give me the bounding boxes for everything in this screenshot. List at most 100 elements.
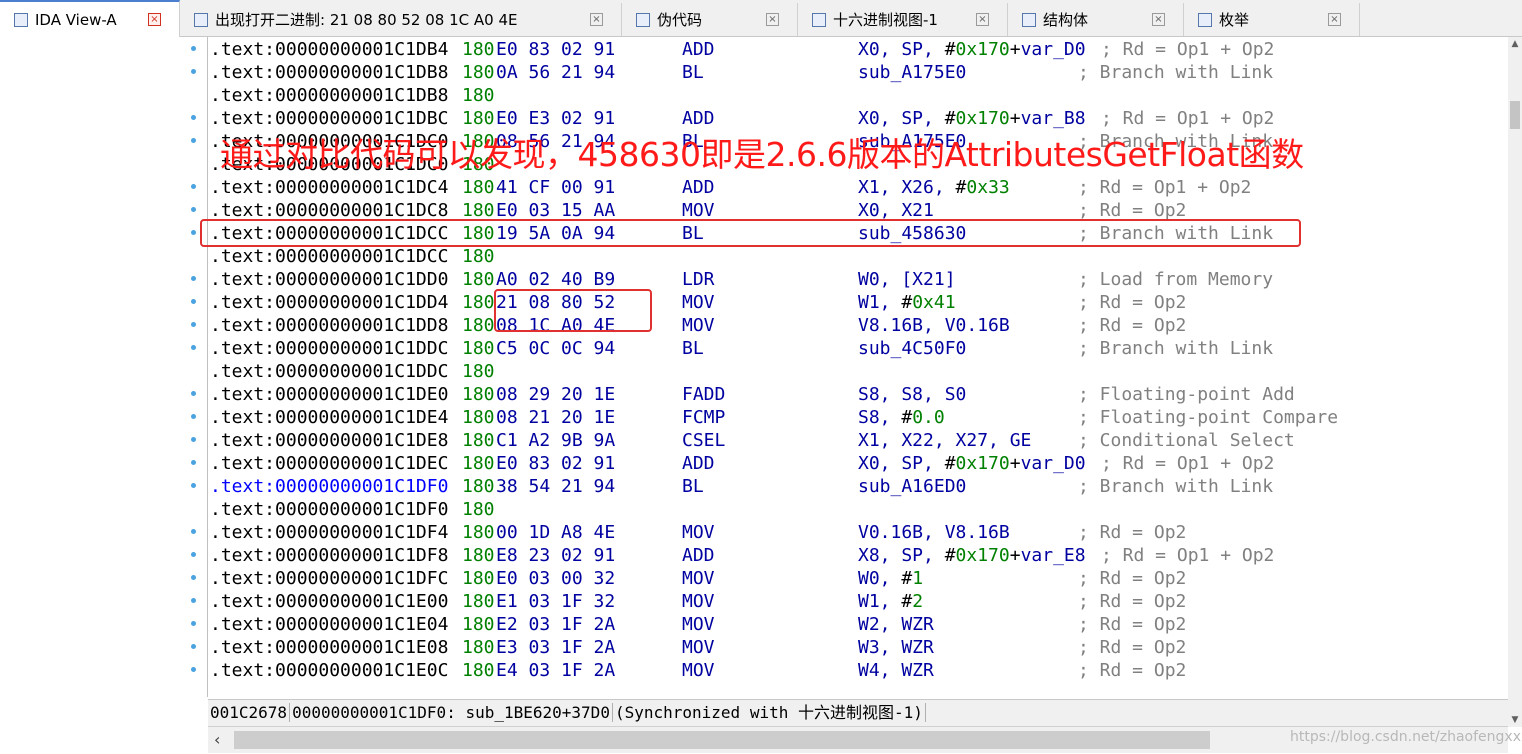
breakpoint-dot-icon[interactable]	[191, 69, 196, 74]
code-line[interactable]: .text:00000000001C1DDC 180 C5 0C 0C 94 BL su…	[210, 337, 1506, 360]
breakpoint-dot-icon[interactable]	[191, 598, 196, 603]
tab-label: 出现打开二进制: 21 08 80 52 08 1C A0 4E	[215, 11, 518, 29]
code-line[interactable]: .text:00000000001C1E04 180 E2 03 1F 2A MOV W…	[210, 613, 1506, 636]
line-address: .text:00000000001C1DE4	[210, 407, 449, 428]
line-segment: 180	[462, 568, 495, 589]
code-line[interactable]: .text:00000000001C1DF0 180 38 54 21 94 BL su…	[210, 475, 1506, 498]
tab-close-icon[interactable]: ×	[590, 12, 603, 26]
breakpoint-dot-icon[interactable]	[191, 483, 196, 488]
code-line[interactable]: .text:00000000001C1DB4 180 E0 83 02 91 ADD X…	[210, 38, 1506, 61]
line-bytes: 08 21 20 1E	[496, 407, 616, 428]
breakpoint-dot-icon[interactable]	[191, 184, 196, 189]
tab-0[interactable]: IDA View-A ×	[0, 0, 180, 37]
line-segment: 180	[462, 453, 495, 474]
breakpoint-dot-icon[interactable]	[191, 345, 196, 350]
code-line[interactable]: .text:00000000001C1E00 180 E1 03 1F 32 MOV W…	[210, 590, 1506, 613]
code-line[interactable]: .text:00000000001C1DD0 180 A0 02 40 B9 LDR W…	[210, 268, 1506, 291]
breakpoint-dot-icon[interactable]	[191, 575, 196, 580]
code-line[interactable]: .text:00000000001C1DD4 180 21 08 80 52 MOV W…	[210, 291, 1506, 314]
breakpoint-dot-icon[interactable]	[191, 299, 196, 304]
line-segment: 180	[462, 39, 495, 60]
scroll-left-icon[interactable]: ‹	[214, 730, 220, 749]
tab-close-icon[interactable]: ×	[148, 12, 161, 26]
tab-1[interactable]: 出现打开二进制: 21 08 80 52 08 1C A0 4E ×	[180, 3, 622, 36]
line-bytes: E0 83 02 91	[496, 39, 616, 60]
line-address: .text:00000000001C1E04	[210, 614, 449, 635]
breakpoint-dot-icon[interactable]	[191, 621, 196, 626]
tab-close-icon[interactable]: ×	[1328, 12, 1341, 26]
code-line[interactable]: .text:00000000001C1DB8 180	[210, 84, 1506, 107]
code-line[interactable]: .text:00000000001C1DE8 180 C1 A2 9B 9A CSEL…	[210, 429, 1506, 452]
breakpoint-dot-icon[interactable]	[191, 322, 196, 327]
breakpoint-dot-icon[interactable]	[191, 391, 196, 396]
line-address: .text:00000000001C1DC4	[210, 177, 449, 198]
scroll-up-icon[interactable]: ▲	[1508, 37, 1522, 51]
code-line[interactable]: .text:00000000001C1DD8 180 08 1C A0 4E MOV V…	[210, 314, 1506, 337]
code-line[interactable]: .text:00000000001C1E0C 180 E4 03 1F 2A MOV W…	[210, 659, 1506, 682]
breakpoint-dot-icon[interactable]	[191, 230, 196, 235]
code-line[interactable]: .text:00000000001C1DEC 180 E0 83 02 91 ADD X…	[210, 452, 1506, 475]
structures-icon	[1022, 12, 1036, 27]
line-operands: V0.16B, V8.16B	[858, 522, 1010, 543]
line-address: .text:00000000001C1DF8	[210, 545, 449, 566]
line-segment: 180	[462, 246, 495, 267]
code-line[interactable]: .text:00000000001C1DB8 180 0A 56 21 94 BL su…	[210, 61, 1506, 84]
tab-close-icon[interactable]: ×	[976, 12, 989, 26]
status-sync: (Synchronized with 十六进制视图-1)	[612, 703, 926, 722]
tab-close-icon[interactable]: ×	[766, 12, 779, 26]
breakpoint-dot-icon[interactable]	[191, 460, 196, 465]
breakpoint-dot-icon[interactable]	[191, 552, 196, 557]
code-line[interactable]: .text:00000000001C1DE4 180 08 21 20 1E FCMP…	[210, 406, 1506, 429]
line-segment: 180	[462, 292, 495, 313]
line-bytes: A0 02 40 B9	[496, 269, 616, 290]
tab-5[interactable]: 枚举 ×	[1184, 3, 1360, 36]
tab-2[interactable]: 伪代码 ×	[622, 3, 798, 36]
line-operands: S8, #0.0	[858, 407, 945, 428]
code-line[interactable]: .text:00000000001C1DE0 180 08 29 20 1E FADD…	[210, 383, 1506, 406]
breakpoint-dot-icon[interactable]	[191, 276, 196, 281]
code-line[interactable]: .text:00000000001C1DF0 180	[210, 498, 1506, 521]
line-segment: 180	[462, 591, 495, 612]
code-line[interactable]: .text:00000000001C1E08 180 E3 03 1F 2A MOV W…	[210, 636, 1506, 659]
breakpoint-dot-icon[interactable]	[191, 138, 196, 143]
breakpoint-dot-icon[interactable]	[191, 437, 196, 442]
tab-close-icon[interactable]: ×	[1152, 12, 1165, 26]
vertical-scrollbar[interactable]: ▲ ▼	[1508, 37, 1522, 727]
line-operands: sub_A16ED0	[858, 476, 967, 497]
code-line[interactable]: .text:00000000001C1DCC 180	[210, 245, 1506, 268]
tab-4[interactable]: 结构体 ×	[1008, 3, 1184, 36]
code-line[interactable]: .text:00000000001C1DF8 180 E8 23 02 91 ADD X…	[210, 544, 1506, 567]
line-bytes: 41 CF 00 91	[496, 177, 616, 198]
scroll-down-icon[interactable]: ▼	[1508, 713, 1522, 727]
line-address: .text:00000000001C1DB8	[210, 62, 449, 83]
line-segment: 180	[462, 361, 495, 382]
line-mnemonic: ADD	[682, 39, 715, 60]
line-operands: sub_A175E0	[858, 62, 967, 83]
status-offset: 001C2678	[208, 703, 291, 722]
line-address: .text:00000000001C1DB4	[210, 39, 449, 60]
breakpoint-dot-icon[interactable]	[191, 414, 196, 419]
line-bytes: 00 1D A8 4E	[496, 522, 616, 543]
line-address: .text:00000000001C1DCC	[210, 246, 449, 267]
watermark: https://blog.csdn.net/zhaofengxx	[1290, 729, 1521, 745]
breakpoint-dot-icon[interactable]	[191, 529, 196, 534]
breakpoint-dot-icon[interactable]	[191, 207, 196, 212]
tab-label: IDA View-A	[35, 10, 117, 29]
breakpoint-dot-icon[interactable]	[191, 115, 196, 120]
line-address: .text:00000000001C1DE8	[210, 430, 449, 451]
line-address: .text:00000000001C1DFC	[210, 568, 449, 589]
code-line[interactable]: .text:00000000001C1DFC 180 E0 03 00 32 MOV W…	[210, 567, 1506, 590]
horizontal-scroll-thumb[interactable]	[234, 731, 1210, 749]
line-address: .text:00000000001C1DE0	[210, 384, 449, 405]
breakpoint-dot-icon[interactable]	[191, 46, 196, 51]
tab-3[interactable]: 十六进制视图-1 ×	[798, 3, 1008, 36]
code-line[interactable]: .text:00000000001C1DBC 180 E0 E3 02 91 ADD X…	[210, 107, 1506, 130]
line-bytes: E0 83 02 91	[496, 453, 616, 474]
breakpoint-dot-icon[interactable]	[191, 644, 196, 649]
code-line[interactable]: .text:00000000001C1DC4 180 41 CF 00 91 ADD X…	[210, 176, 1506, 199]
line-comment: ; Load from Memory	[1078, 269, 1274, 290]
code-line[interactable]: .text:00000000001C1DF4 180 00 1D A8 4E MOV V…	[210, 521, 1506, 544]
breakpoint-dot-icon[interactable]	[191, 667, 196, 672]
code-line[interactable]: .text:00000000001C1DDC 180	[210, 360, 1506, 383]
vertical-scroll-thumb[interactable]	[1510, 101, 1520, 129]
